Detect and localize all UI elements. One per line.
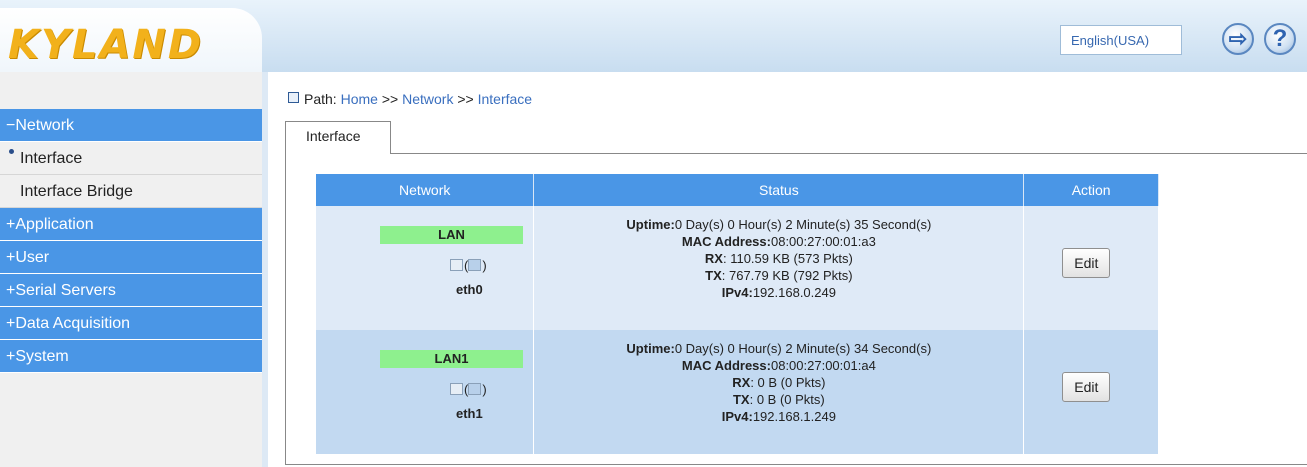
- uptime-line: Uptime:0 Day(s) 0 Hour(s) 2 Minute(s) 34…: [626, 341, 932, 356]
- nic-icon: (): [450, 382, 502, 406]
- computer-icon: [468, 383, 482, 395]
- active-bullet-icon: [9, 149, 14, 154]
- network-cell: LAN1 () eth1: [316, 330, 535, 454]
- interface-name: eth1: [456, 406, 483, 421]
- menu-item-label: Interface: [20, 150, 83, 167]
- breadcrumb-separator: >>: [457, 91, 474, 107]
- rx-line: RX: 0 B (0 Pkts): [732, 375, 826, 390]
- logout-icon[interactable]: ⇨: [1222, 23, 1254, 55]
- header-bar: KYLAND English(USA) ⇨ ?: [0, 0, 1307, 72]
- interface-name: eth0: [456, 282, 483, 297]
- tx-line: TX: 767.79 KB (792 Pkts): [705, 268, 853, 283]
- tx-line: TX: 0 B (0 Pkts): [732, 392, 825, 407]
- rx-line: RX: 110.59 KB (573 Pkts): [704, 251, 853, 266]
- computer-icon: [450, 383, 463, 395]
- menu-item-interface-bridge[interactable]: Interface Bridge: [0, 175, 262, 208]
- edit-button[interactable]: Edit: [1062, 248, 1111, 278]
- help-icon[interactable]: ?: [1264, 23, 1296, 55]
- status-cell: Uptime:0 Day(s) 0 Hour(s) 2 Minute(s) 35…: [533, 206, 1025, 330]
- nic-icon: (): [450, 258, 502, 282]
- breadcrumb-prefix: Path:: [304, 91, 337, 107]
- mac-line: MAC Address:08:00:27:00:01:a3: [681, 234, 876, 249]
- table-header-row: Network Status Action: [316, 174, 1159, 206]
- menu-group-system[interactable]: +System: [0, 340, 262, 373]
- column-header-network: Network: [316, 174, 535, 206]
- path-square-icon: [288, 92, 299, 103]
- network-name-badge: LAN1: [380, 350, 523, 368]
- computer-icon: [450, 259, 463, 271]
- mac-line: MAC Address:08:00:27:00:01:a4: [681, 358, 876, 373]
- breadcrumb: Path: Home >> Network >> Interface: [288, 91, 532, 107]
- menu-group-network[interactable]: −Network: [0, 109, 262, 142]
- network-cell: LAN () eth0: [316, 206, 535, 330]
- uptime-line: Uptime:0 Day(s) 0 Hour(s) 2 Minute(s) 35…: [626, 217, 932, 232]
- action-cell: Edit: [1023, 206, 1159, 330]
- breadcrumb-separator: >>: [381, 91, 399, 107]
- ipv4-line: IPv4:192.168.0.249: [721, 285, 836, 300]
- sidebar-menu: −Network Interface Interface Bridge +App…: [0, 109, 262, 373]
- menu-group-serial-servers[interactable]: +Serial Servers: [0, 274, 262, 307]
- column-header-action: Action: [1023, 174, 1159, 206]
- column-header-status: Status: [533, 174, 1025, 206]
- interface-table: Network Status Action LAN () eth0 Uptime…: [316, 174, 1159, 454]
- action-cell: Edit: [1023, 330, 1159, 454]
- sidebar-divider: [262, 72, 268, 467]
- menu-item-interface[interactable]: Interface: [0, 142, 262, 175]
- breadcrumb-interface[interactable]: Interface: [478, 91, 532, 107]
- table-row: LAN () eth0 Uptime:0 Day(s) 0 Hour(s) 2 …: [316, 206, 1159, 330]
- menu-group-user[interactable]: +User: [0, 241, 262, 274]
- computer-icon: [468, 259, 482, 271]
- network-name-badge: LAN: [380, 226, 523, 244]
- logo-area: KYLAND: [0, 8, 262, 72]
- kyland-logo: KYLAND: [8, 22, 204, 68]
- menu-group-data-acquisition[interactable]: +Data Acquisition: [0, 307, 262, 340]
- table-row: LAN1 () eth1 Uptime:0 Day(s) 0 Hour(s) 2…: [316, 330, 1159, 454]
- menu-group-application[interactable]: +Application: [0, 208, 262, 241]
- edit-button[interactable]: Edit: [1062, 372, 1111, 402]
- breadcrumb-home[interactable]: Home: [341, 91, 378, 107]
- language-select[interactable]: English(USA): [1060, 25, 1182, 55]
- breadcrumb-network[interactable]: Network: [402, 91, 453, 107]
- status-cell: Uptime:0 Day(s) 0 Hour(s) 2 Minute(s) 34…: [533, 330, 1025, 454]
- ipv4-line: IPv4:192.168.1.249: [721, 409, 836, 424]
- tab-interface[interactable]: Interface: [285, 121, 391, 154]
